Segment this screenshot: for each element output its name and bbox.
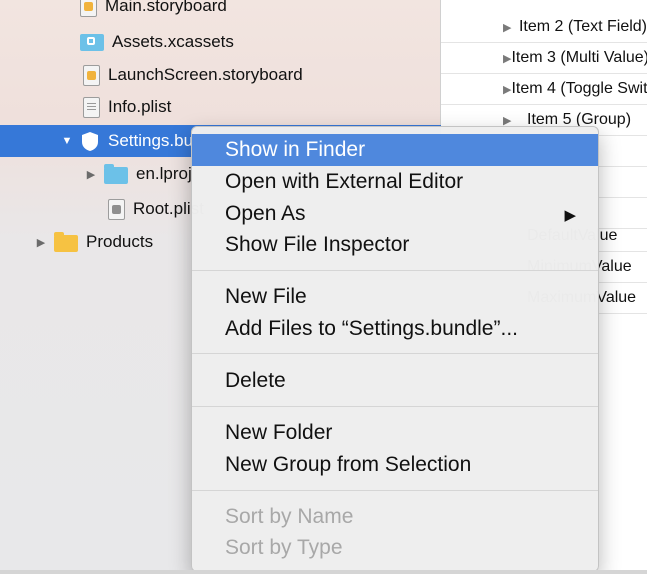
plist-key: Item 3 (Multi Value)	[511, 49, 647, 66]
menu-separator	[192, 406, 598, 407]
menu-item-new-file[interactable]: New File	[192, 281, 598, 313]
menu-item-label: Show File Inspector	[225, 233, 410, 256]
nav-item-label: Info.plist	[108, 97, 172, 116]
plist-key: Item 4 (Toggle Switch)	[511, 80, 647, 97]
menu-item-open-as[interactable]: Open As ▶	[192, 198, 598, 230]
menu-item-label: Delete	[225, 369, 286, 392]
disclosure-triangle-collapsed-icon[interactable]: ▶	[503, 114, 527, 127]
menu-separator	[192, 270, 598, 271]
storyboard-file-icon	[80, 0, 97, 17]
disclosure-triangle-collapsed-icon[interactable]: ▶	[34, 236, 48, 249]
submenu-arrow-icon: ▶	[564, 207, 576, 224]
menu-item-label: Show in Finder	[225, 138, 366, 161]
menu-separator	[192, 353, 598, 354]
disclosure-triangle-collapsed-icon[interactable]: ▶	[503, 52, 511, 65]
menu-item-show-in-finder[interactable]: Show in Finder	[192, 134, 598, 166]
menu-item-show-file-inspector[interactable]: Show File Inspector	[192, 229, 598, 261]
folder-icon	[54, 231, 78, 252]
bottom-divider	[0, 570, 647, 574]
context-menu: Show in Finder Open with External Editor…	[191, 126, 599, 572]
menu-item-label: New File	[225, 285, 307, 308]
storyboard-file-icon	[83, 64, 100, 86]
menu-item-new-group-from-selection[interactable]: New Group from Selection	[192, 449, 598, 481]
disclosure-triangle-collapsed-icon[interactable]: ▶	[84, 168, 98, 181]
plist-file-icon	[108, 198, 125, 220]
menu-separator	[192, 490, 598, 491]
settings-bundle-icon	[80, 131, 100, 152]
nav-item-label: Main.storyboard	[105, 0, 227, 15]
menu-item-sort-by-type: Sort by Type	[192, 532, 598, 564]
menu-item-label: Open with External Editor	[225, 170, 464, 193]
disclosure-triangle-collapsed-icon[interactable]: ▶	[503, 83, 511, 96]
folder-icon	[104, 163, 128, 184]
plist-key: Item 2 (Text Field)	[518, 18, 647, 35]
plist-row[interactable]: ▶ Item 4 (Toggle Switch)	[441, 74, 647, 105]
menu-item-sort-by-name: Sort by Name	[192, 501, 598, 533]
menu-item-label: Sort by Name	[225, 505, 354, 528]
plist-row[interactable]: ▶ Item 2 (Text Field)	[441, 12, 647, 43]
asset-catalog-icon	[80, 33, 104, 51]
nav-item-label: LaunchScreen.storyboard	[108, 65, 303, 84]
nav-item-label: Assets.xcassets	[112, 32, 234, 51]
disclosure-triangle-collapsed-icon[interactable]: ▶	[503, 21, 519, 34]
menu-item-label: Add Files to “Settings.bundle”...	[225, 317, 518, 340]
disclosure-triangle-expanded-icon[interactable]: ▼	[60, 135, 74, 147]
menu-item-delete[interactable]: Delete	[192, 365, 598, 397]
plist-row[interactable]: ▶ Item 3 (Multi Value)	[441, 43, 647, 74]
menu-item-open-with-external-editor[interactable]: Open with External Editor	[192, 166, 598, 198]
menu-item-add-files[interactable]: Add Files to “Settings.bundle”...	[192, 313, 598, 345]
menu-item-label: Open As	[225, 202, 306, 225]
menu-item-new-folder[interactable]: New Folder	[192, 417, 598, 449]
menu-item-label: New Group from Selection	[225, 453, 472, 476]
nav-item-label: Products	[86, 232, 154, 251]
nav-item-label: en.lproj	[136, 164, 192, 183]
menu-item-label: Sort by Type	[225, 536, 343, 559]
plist-file-icon	[83, 96, 100, 118]
menu-item-label: New Folder	[225, 421, 333, 444]
